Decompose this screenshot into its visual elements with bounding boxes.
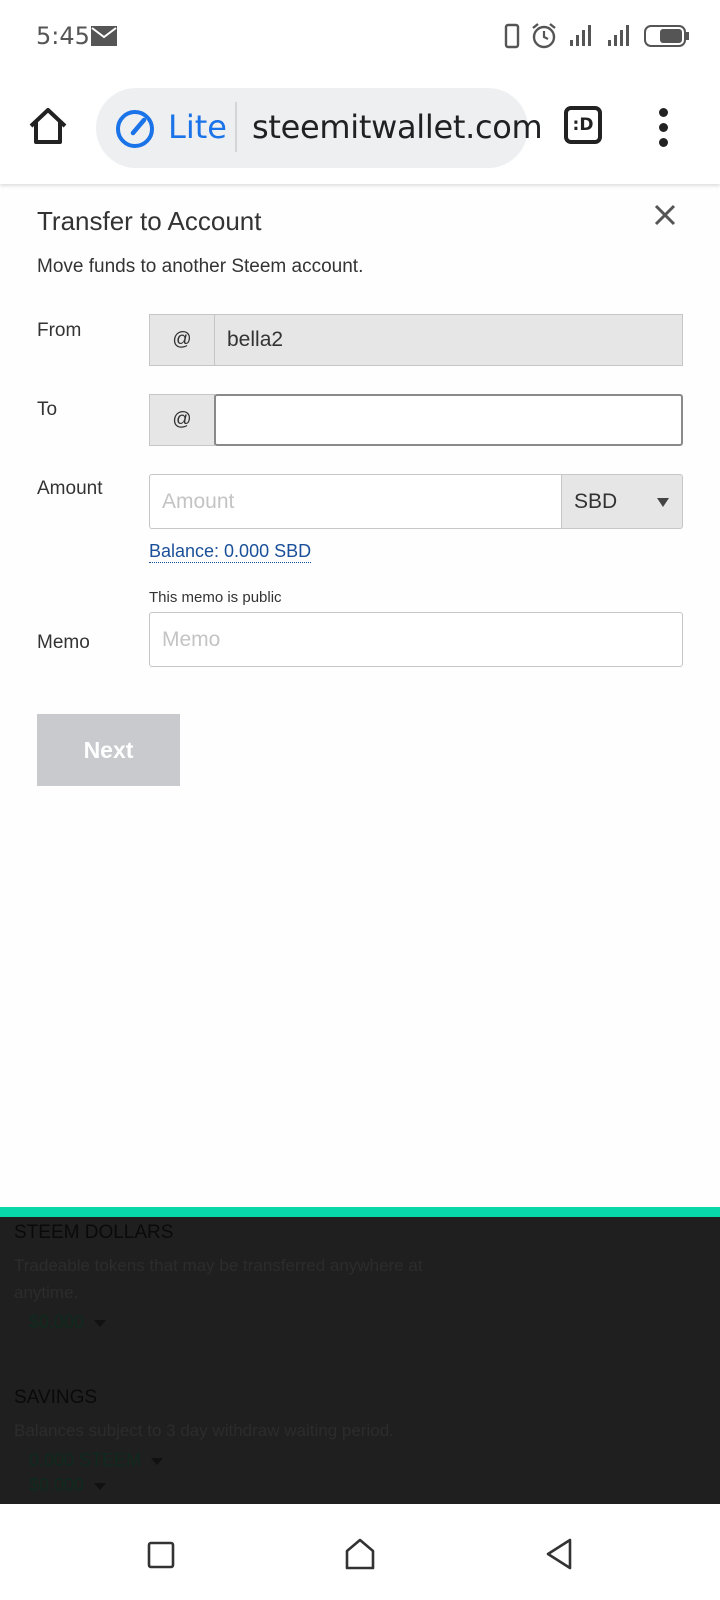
from-field: bella2 xyxy=(214,314,683,366)
to-label: To xyxy=(37,399,58,420)
steem-dollars-title: STEEM DOLLARS xyxy=(14,1222,174,1243)
phone-vibrate-icon xyxy=(504,23,520,49)
status-bar: 5:45 xyxy=(0,0,720,72)
overlay-accent-strip xyxy=(0,1207,720,1217)
home-nav-icon[interactable] xyxy=(340,1534,380,1574)
savings-sbd-value: $0.000 xyxy=(29,1475,444,1496)
steem-dollars-description: Tradeable tokens that may be transferred… xyxy=(14,1256,423,1302)
chevron-down-icon xyxy=(151,1457,164,1465)
chevron-down-icon xyxy=(94,1319,107,1327)
asset-select[interactable]: SBD xyxy=(561,474,683,529)
status-icons xyxy=(504,22,690,50)
steem-dollars-value: $0.000 xyxy=(29,1312,444,1333)
balance-link[interactable]: Balance: 0.000 SBD xyxy=(149,540,312,563)
overflow-menu-icon[interactable] xyxy=(652,108,676,148)
next-button[interactable]: Next xyxy=(37,714,180,786)
recents-icon[interactable] xyxy=(140,1534,180,1574)
dropdown-arrow-icon xyxy=(657,498,669,507)
mail-icon xyxy=(91,26,117,46)
steem-dollars-amount: $0.000 xyxy=(29,1312,85,1332)
from-at-prefix: @ xyxy=(149,314,215,366)
status-time: 5:45 xyxy=(36,22,90,50)
home-icon[interactable] xyxy=(26,104,70,148)
back-icon[interactable] xyxy=(540,1534,580,1574)
savings-steem-value: 0.000 STEEM xyxy=(29,1450,444,1471)
modal-subtitle: Move funds to another Steem account. xyxy=(37,256,364,277)
memo-input[interactable]: Memo xyxy=(149,612,683,667)
to-input[interactable] xyxy=(214,394,683,446)
memo-label: Memo xyxy=(37,632,90,653)
signal-2-icon xyxy=(608,25,629,46)
memo-public-note: This memo is public xyxy=(149,589,282,606)
tab-switcher-button[interactable]: :D xyxy=(564,106,602,144)
amount-input[interactable]: Amount xyxy=(149,474,561,529)
from-label: From xyxy=(37,320,82,341)
chevron-down-icon xyxy=(94,1482,107,1490)
savings-sbd-amount: $0.000 xyxy=(29,1475,85,1495)
savings-section: SAVINGS Balances subject to 3 day withdr… xyxy=(14,1387,444,1496)
asset-select-value: SBD xyxy=(574,490,618,513)
close-icon[interactable] xyxy=(652,202,678,228)
signal-1-icon xyxy=(570,25,591,46)
transfer-modal: Transfer to Account Move funds to anothe… xyxy=(0,184,720,1207)
lite-label: Lite xyxy=(168,108,227,146)
steem-dollars-section: STEEM DOLLARS Tradeable tokens that may … xyxy=(14,1222,444,1333)
to-at-prefix: @ xyxy=(149,394,215,446)
amount-label: Amount xyxy=(37,478,103,499)
system-nav-bar xyxy=(0,1504,720,1600)
battery-icon xyxy=(644,25,689,47)
alarm-icon xyxy=(532,23,556,49)
url-divider xyxy=(235,102,237,152)
url-text: steemitwallet.com xyxy=(252,108,543,146)
browser-toolbar: Lite steemitwallet.com :D xyxy=(0,72,720,184)
address-bar[interactable]: Lite steemitwallet.com xyxy=(96,88,543,168)
lite-mode-icon xyxy=(116,110,154,148)
savings-steem-amount: 0.000 STEEM xyxy=(29,1450,142,1470)
savings-description: Balances subject to 3 day withdraw waiti… xyxy=(14,1421,394,1440)
modal-title: Transfer to Account xyxy=(37,206,262,236)
savings-title: SAVINGS xyxy=(14,1387,98,1408)
